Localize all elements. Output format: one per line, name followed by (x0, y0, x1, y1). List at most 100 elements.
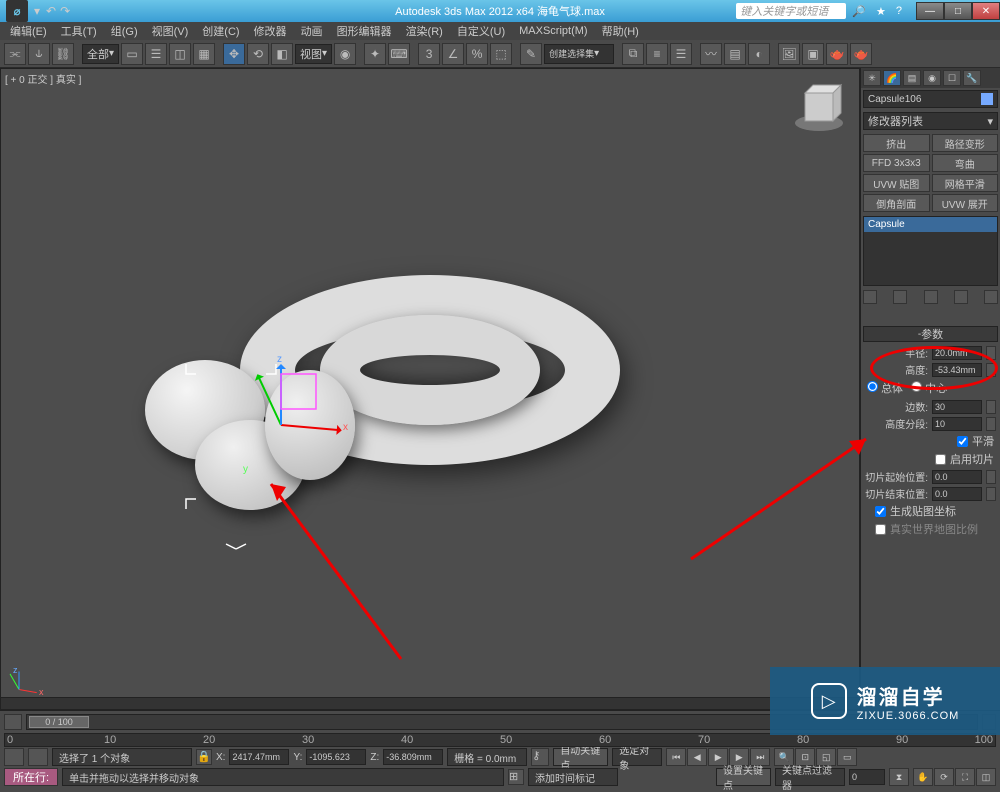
fov-icon[interactable]: ▭ (837, 748, 857, 766)
prev-frame-icon[interactable]: ◀ (687, 748, 707, 766)
radius-input[interactable]: 20.0mm (932, 346, 982, 360)
autokey-button[interactable]: 自动关键点 (553, 748, 608, 766)
make-unique-icon[interactable] (924, 290, 938, 304)
menu-graph[interactable]: 图形编辑器 (331, 23, 398, 39)
time-ruler[interactable]: 0 1020 3040 5060 7080 90100 (4, 733, 996, 747)
select-rect-icon[interactable]: ◫ (169, 43, 191, 65)
viewport-hscroll[interactable] (1, 697, 859, 709)
goto-start-icon[interactable]: ⏮ (666, 748, 686, 766)
lock-icon[interactable]: 🔒 (196, 749, 212, 765)
refcoord-dropdown[interactable]: 视图 ▾ (295, 44, 332, 64)
smooth-checkbox[interactable] (957, 436, 968, 447)
remove-mod-icon[interactable] (954, 290, 968, 304)
undo-icon[interactable]: ↶ (46, 4, 56, 18)
tab-motion-icon[interactable]: ◉ (923, 70, 941, 86)
orbit-icon[interactable]: ⟳ (934, 768, 954, 786)
menu-edit[interactable]: 编辑(E) (4, 23, 53, 39)
menu-tools[interactable]: 工具(T) (55, 23, 103, 39)
modbtn-uvwunwrap[interactable]: UVW 展开 (932, 194, 999, 212)
radius-spinner[interactable] (986, 346, 996, 360)
maximize-vp-icon[interactable]: ⛶ (955, 768, 975, 786)
show-end-icon[interactable] (893, 290, 907, 304)
height-input[interactable]: -53.43mm (932, 363, 982, 377)
modbtn-extrude[interactable]: 挤出 (863, 134, 930, 152)
tab-modify-icon[interactable]: 🌈 (883, 70, 901, 86)
rendersetup-icon[interactable]: 🖼 (778, 43, 800, 65)
menu-customize[interactable]: 自定义(U) (451, 23, 511, 39)
viewport[interactable]: [ + 0 正交 ] 真实 ] x y z (0, 68, 860, 710)
curveeditor-icon[interactable]: 〰 (700, 43, 722, 65)
modbtn-bend[interactable]: 弯曲 (932, 154, 999, 172)
favorite-icon[interactable]: ★ (876, 5, 886, 18)
bind-icon[interactable]: ⛓ (52, 43, 74, 65)
coord-x[interactable]: 2417.47mm (229, 749, 289, 765)
timeline-left-icon[interactable] (4, 714, 22, 730)
modbtn-bevelprofile[interactable]: 倒角剖面 (863, 194, 930, 212)
modbtn-uvwmap[interactable]: UVW 贴图 (863, 174, 930, 192)
time-thumb[interactable]: 0 / 100 (29, 716, 89, 728)
tab-utilities-icon[interactable]: 🔧 (963, 70, 981, 86)
genuv-checkbox[interactable] (875, 506, 886, 517)
viewcube[interactable] (789, 79, 849, 139)
scale-icon[interactable]: ◧ (271, 43, 293, 65)
close-button[interactable]: ✕ (972, 2, 1000, 20)
window-crossing-icon[interactable]: ▦ (193, 43, 215, 65)
selection-filter-dropdown[interactable]: 全部 ▾ (82, 44, 119, 64)
tab-display-icon[interactable]: ☐ (943, 70, 961, 86)
object-color-swatch[interactable] (980, 92, 994, 106)
menu-render[interactable]: 渲染(R) (400, 23, 449, 39)
configure-sets-icon[interactable] (984, 290, 998, 304)
addtime-label[interactable]: 添加时间标记 (528, 768, 618, 786)
height-spinner[interactable] (986, 363, 996, 377)
menu-modifiers[interactable]: 修改器 (248, 23, 293, 39)
help-icon[interactable]: ? (896, 5, 902, 17)
modbtn-meshsmooth[interactable]: 网格平滑 (932, 174, 999, 192)
link-icon[interactable]: ⫘ (4, 43, 26, 65)
spinnersnap-icon[interactable]: ⬚ (490, 43, 512, 65)
pivot-icon[interactable]: ◉ (334, 43, 356, 65)
selset-combo[interactable]: 选定对象 (612, 748, 662, 766)
radio-center[interactable]: 中心 (911, 380, 947, 396)
move-icon[interactable]: ✥ (223, 43, 245, 65)
editselset-icon[interactable]: ✎ (520, 43, 542, 65)
isolate-icon[interactable]: ⊞ (508, 769, 524, 785)
script-mini-icon[interactable] (4, 748, 24, 766)
rollout-params-header[interactable]: - 参数 (863, 326, 998, 342)
snap-icon[interactable]: 3 (418, 43, 440, 65)
renderframe-icon[interactable]: ▣ (802, 43, 824, 65)
percentsnap-icon[interactable]: % (466, 43, 488, 65)
select-icon[interactable]: ▭ (121, 43, 143, 65)
hseg-spinner[interactable] (986, 417, 996, 431)
pin-stack-icon[interactable] (863, 290, 877, 304)
material-icon[interactable]: ◐ (748, 43, 770, 65)
minimize-button[interactable]: — (916, 2, 944, 20)
maximize-button[interactable]: □ (944, 2, 972, 20)
listener-mini-icon[interactable] (28, 748, 48, 766)
keymode-icon[interactable]: ⌨ (388, 43, 410, 65)
sides-input[interactable]: 30 (932, 400, 982, 414)
redo-icon[interactable]: ↷ (60, 4, 70, 18)
keyfilter-button[interactable]: 关键点过滤器 (775, 768, 845, 786)
realworld-checkbox[interactable] (875, 524, 886, 535)
select-name-icon[interactable]: ☰ (145, 43, 167, 65)
modifier-list-dropdown[interactable]: 修改器列表▾ (863, 112, 998, 130)
stack-item-capsule[interactable]: Capsule (864, 217, 997, 232)
menu-create[interactable]: 创建(C) (196, 23, 245, 39)
tab-create-icon[interactable]: ✳ (863, 70, 881, 86)
search-icon[interactable]: 🔎 (852, 5, 866, 18)
schematic-icon[interactable]: ▤ (724, 43, 746, 65)
manipulate-icon[interactable]: ✦ (364, 43, 386, 65)
render-teapot2-icon[interactable]: 🫖 (850, 43, 872, 65)
current-frame-input[interactable]: 0 (849, 769, 885, 785)
object-name-input[interactable]: Capsule106 (863, 90, 998, 108)
layers-icon[interactable]: ☰ (670, 43, 692, 65)
menu-maxscript[interactable]: MAXScript(M) (513, 25, 593, 37)
hseg-input[interactable]: 10 (932, 417, 982, 431)
align-icon[interactable]: ≡ (646, 43, 668, 65)
menu-animation[interactable]: 动画 (295, 23, 329, 39)
rotate-icon[interactable]: ⟲ (247, 43, 269, 65)
mirror-icon[interactable]: ⧉ (622, 43, 644, 65)
minmax-icon[interactable]: ◫ (976, 768, 996, 786)
menu-view[interactable]: 视图(V) (146, 23, 195, 39)
modbtn-pathdeform[interactable]: 路径变形 (932, 134, 999, 152)
